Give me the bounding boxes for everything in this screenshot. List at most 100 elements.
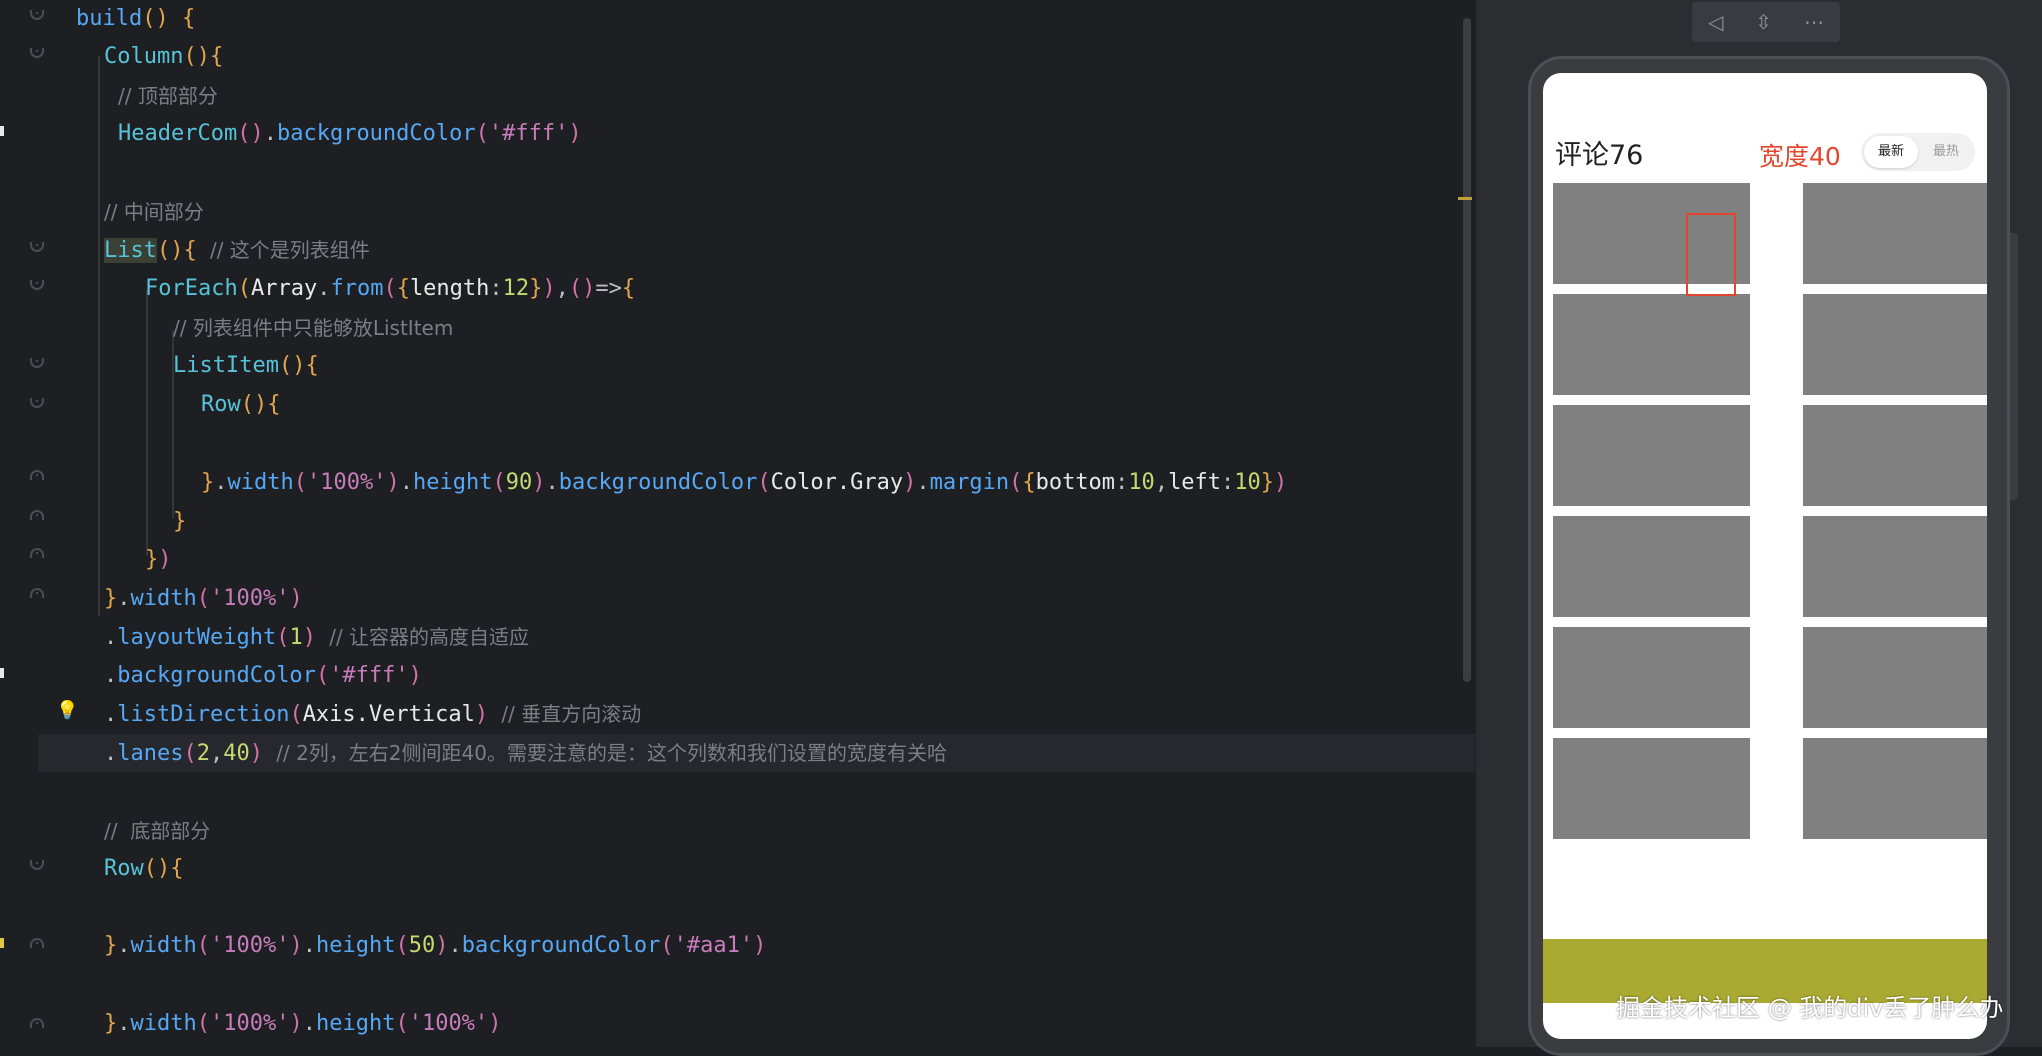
code-line[interactable]: } xyxy=(173,503,186,541)
token: length xyxy=(409,276,490,301)
code-line[interactable]: Row(){ xyxy=(104,850,184,888)
token: backgroundColor xyxy=(276,121,476,146)
list-grid[interactable] xyxy=(1543,183,1987,945)
token: height xyxy=(412,470,493,495)
token: 10 xyxy=(1128,470,1155,495)
code-line[interactable]: .backgroundColor('#fff') xyxy=(104,657,422,695)
token: layoutWeight xyxy=(117,625,277,650)
more-icon[interactable]: ⋯ xyxy=(1804,10,1824,34)
code-line[interactable]: // 列表组件中只能够放ListItem xyxy=(173,309,453,347)
token: 50 xyxy=(408,933,436,958)
token: '100%' xyxy=(209,933,290,958)
list-item xyxy=(1803,627,1987,728)
token: width xyxy=(130,933,197,958)
code-line[interactable]: build() { xyxy=(76,0,195,38)
code-editor[interactable]: 💡 build() { Column(){ // 顶部部分 HeaderCom(… xyxy=(0,0,1475,1047)
previewer-panel: ◁ ⇳ ⋯ 评论76 宽度40 最新 最热 xyxy=(1476,0,2042,1056)
code-line[interactable]: // 底部部分 xyxy=(104,812,210,850)
fold-marker-icon[interactable] xyxy=(30,938,44,948)
token: HeaderCom xyxy=(118,121,238,146)
device-screen[interactable]: 评论76 宽度40 最新 最热 xyxy=(1543,73,1987,1039)
code-line[interactable]: Row(){ xyxy=(201,386,281,424)
lane-gap-highlight xyxy=(1686,213,1736,296)
token: height xyxy=(315,933,396,958)
token: 12 xyxy=(502,276,530,301)
token: ForEach xyxy=(145,276,238,301)
code-line[interactable]: }.width('100%').height('100%') xyxy=(104,1005,501,1043)
code-line[interactable]: }.width('100%').height(50).backgroundCol… xyxy=(104,927,766,965)
device-side-button xyxy=(2010,233,2018,423)
list-item xyxy=(1803,405,1987,506)
code-line[interactable]: }.width('100%').height(90).backgroundCol… xyxy=(201,464,1287,502)
fold-marker-icon[interactable] xyxy=(30,1018,44,1028)
token: '100%' xyxy=(408,1011,489,1036)
token: List xyxy=(104,238,157,263)
token: Row xyxy=(104,856,144,881)
token: '100%' xyxy=(209,586,290,611)
list-item xyxy=(1553,627,1750,728)
code-line[interactable]: // 顶部部分 xyxy=(118,77,218,115)
token: height xyxy=(315,1011,396,1036)
token: '100%' xyxy=(209,1011,290,1036)
comment: // 列表组件中只能够放ListItem xyxy=(173,316,454,340)
fold-marker-icon[interactable] xyxy=(30,470,44,480)
token: Color.Gray xyxy=(770,470,904,495)
indent-guide xyxy=(98,56,100,616)
fold-marker-icon[interactable] xyxy=(30,510,44,520)
token: 2 xyxy=(196,741,210,766)
lightbulb-icon[interactable]: 💡 xyxy=(56,700,78,721)
token: '#fff' xyxy=(488,121,569,146)
code-line[interactable]: ForEach(Array.from({length:12}),()=>{ xyxy=(145,270,635,308)
token: backgroundColor xyxy=(461,933,661,958)
list-item xyxy=(1803,738,1987,839)
token: 40 xyxy=(223,741,250,766)
width-annotation-label: 宽度40 xyxy=(1759,142,1841,171)
list-item xyxy=(1553,738,1750,839)
token: left xyxy=(1168,470,1222,495)
comment: // 中间部分 xyxy=(104,200,204,224)
code-line[interactable]: .listDirection(Axis.Vertical) // 垂直方向滚动 xyxy=(104,695,641,733)
rotate-device-icon[interactable]: ⇳ xyxy=(1755,10,1772,34)
code-line[interactable]: ListItem(){ xyxy=(173,347,319,385)
code-line[interactable]: .layoutWeight(1) // 让容器的高度自适应 xyxy=(104,618,529,656)
token: '#aa1' xyxy=(673,933,754,958)
token: '#fff' xyxy=(329,663,409,688)
fold-marker-icon[interactable] xyxy=(30,588,44,598)
editor-gutter xyxy=(0,0,60,1047)
tab-latest[interactable]: 最新 xyxy=(1864,136,1918,168)
token: ListItem xyxy=(173,353,279,378)
tab-hot[interactable]: 最热 xyxy=(1919,136,1973,168)
token: margin xyxy=(929,470,1010,495)
token: width xyxy=(130,1011,197,1036)
code-line[interactable]: HeaderCom().backgroundColor('#fff') xyxy=(118,115,582,153)
token: Array xyxy=(250,276,318,301)
gutter-change-mark xyxy=(0,126,4,136)
editor-scrollbar[interactable] xyxy=(1463,18,1471,682)
sort-tabs: 最新 最热 xyxy=(1861,133,1975,171)
code-line[interactable]: // 中间部分 xyxy=(104,193,204,231)
token: from xyxy=(330,276,384,301)
comment: // 垂直方向滚动 xyxy=(501,702,642,726)
device-side-button xyxy=(2010,410,2018,500)
token: Row xyxy=(201,392,241,417)
watermark: 掘金技术社区 @ 我的div丢了肿么办 xyxy=(1616,994,2004,1022)
token: Column xyxy=(104,44,184,69)
token: bottom xyxy=(1035,470,1116,495)
comment: // 顶部部分 xyxy=(118,84,218,108)
list-item xyxy=(1553,516,1750,617)
token: 90 xyxy=(505,470,533,495)
code-line[interactable]: Column(){ xyxy=(104,38,223,76)
indent-guide xyxy=(146,290,148,556)
token: Axis.Vertical xyxy=(302,702,475,727)
comment: // 让容器的高度自适应 xyxy=(329,625,530,649)
code-line[interactable]: }) xyxy=(145,541,172,579)
token: lanes xyxy=(117,741,184,766)
gutter-change-mark xyxy=(0,938,4,948)
code-line[interactable]: .lanes(2,40) // 2列，左右2侧间距40。需要注意的是：这个列数和… xyxy=(104,734,947,772)
token: 1 xyxy=(289,625,303,650)
code-line[interactable]: List(){ // 这个是列表组件 xyxy=(104,231,370,269)
code-line[interactable]: }.width('100%') xyxy=(104,580,303,618)
gutter-change-mark xyxy=(0,668,4,678)
fold-marker-icon[interactable] xyxy=(30,548,44,558)
back-icon[interactable]: ◁ xyxy=(1708,10,1723,34)
